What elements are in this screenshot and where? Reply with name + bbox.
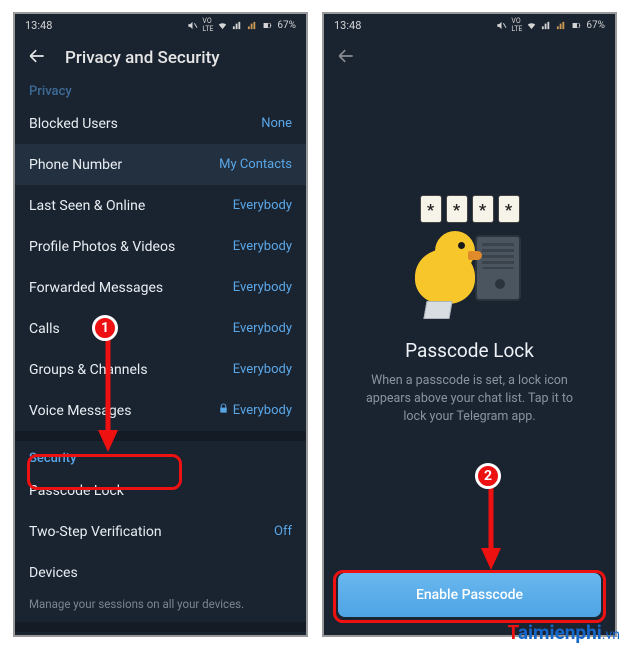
battery-icon — [571, 20, 582, 31]
watermark-vn: .vn — [602, 627, 620, 643]
section-divider — [15, 431, 306, 441]
phone-screen-passcode: 13:48 VOLTE 67% * * * * — [322, 12, 617, 637]
mute-icon — [187, 20, 198, 31]
passcode-illustration — [415, 229, 525, 319]
row-label: Profile Photos & Videos — [29, 239, 175, 255]
row-phone-number[interactable]: Phone Number My Contacts — [15, 144, 306, 185]
battery-pct: 67% — [586, 20, 605, 31]
row-value: Everybody — [233, 198, 292, 213]
annotation-badge-2: 2 — [475, 463, 501, 489]
row-label: Blocked Users — [29, 116, 118, 132]
back-button[interactable] — [336, 46, 356, 70]
row-devices[interactable]: Devices — [15, 552, 306, 593]
row-value: Everybody — [233, 321, 292, 336]
page-title: Privacy and Security — [65, 48, 220, 68]
row-value: My Contacts — [219, 157, 292, 172]
battery-pct: 67% — [277, 20, 296, 31]
back-button[interactable] — [27, 46, 47, 70]
watermark-t: T — [507, 621, 517, 644]
lock-icon — [218, 403, 229, 418]
row-value: Off — [274, 524, 292, 539]
passcode-content: * * * * Passcode Lock When a passcode is… — [324, 80, 615, 635]
annotation-highlight-enable — [333, 570, 606, 623]
row-label: Calls — [29, 321, 60, 337]
signal-icon — [541, 20, 552, 31]
row-forwarded-messages[interactable]: Forwarded Messages Everybody — [15, 267, 306, 308]
watermark: Taimienphi.vn — [507, 621, 620, 644]
row-groups-channels[interactable]: Groups & Channels Everybody — [15, 349, 306, 390]
signal-icon — [232, 20, 243, 31]
pin-card: * — [420, 195, 442, 223]
section-header-privacy: Privacy — [15, 74, 306, 103]
annotation-badge-1: 1 — [92, 315, 118, 341]
wifi-icon — [217, 20, 228, 31]
pin-card: * — [498, 195, 520, 223]
row-value: Everybody — [233, 362, 292, 377]
signal-icon-2 — [247, 20, 258, 31]
annotation-arrow-1 — [95, 340, 125, 455]
row-label: Last Seen & Online — [29, 198, 145, 214]
app-bar — [324, 36, 615, 80]
lte-icon: VOLTE — [511, 17, 522, 33]
status-bar: 13:48 VOLTE 67% — [15, 14, 306, 36]
row-label: Two-Step Verification — [29, 524, 162, 540]
row-calls[interactable]: Calls Everybody — [15, 308, 306, 349]
watermark-rest: aimienphi — [518, 621, 602, 644]
row-value: None — [261, 116, 292, 131]
pin-card: * — [472, 195, 494, 223]
mute-icon — [496, 20, 507, 31]
row-blocked-users[interactable]: Blocked Users None — [15, 103, 306, 144]
status-time: 13:48 — [334, 19, 361, 32]
status-icons: VOLTE 67% — [496, 17, 605, 33]
devices-hint: Manage your sessions on all your devices… — [15, 593, 306, 622]
phone-screen-privacy: 13:48 VOLTE 67% Privacy and Security Pri… — [13, 12, 308, 637]
row-label: Devices — [29, 565, 78, 581]
annotation-arrow-2 — [478, 488, 508, 574]
battery-icon — [262, 20, 273, 31]
row-profile-photos[interactable]: Profile Photos & Videos Everybody — [15, 226, 306, 267]
section-divider — [15, 622, 306, 632]
passcode-description: When a passcode is set, a lock icon appe… — [324, 372, 615, 426]
pin-card: * — [446, 195, 468, 223]
row-value: Everybody — [233, 280, 292, 295]
lte-icon: VOLTE — [202, 17, 213, 33]
row-voice-messages[interactable]: Voice Messages Everybody — [15, 390, 306, 431]
status-bar: 13:48 VOLTE 67% — [324, 14, 615, 36]
wifi-icon — [526, 20, 537, 31]
status-icons: VOLTE 67% — [187, 17, 296, 33]
arrow-left-icon — [336, 46, 356, 66]
arrow-left-icon — [27, 46, 47, 66]
signal-icon-2 — [556, 20, 567, 31]
pin-card-row: * * * * — [420, 195, 520, 223]
safe-icon — [475, 235, 521, 301]
row-value-text: Everybody — [233, 403, 292, 418]
status-time: 13:48 — [25, 19, 52, 32]
row-label: Groups & Channels — [29, 362, 148, 378]
badge-text: 2 — [484, 468, 492, 484]
row-value: Everybody — [233, 239, 292, 254]
row-last-seen[interactable]: Last Seen & Online Everybody — [15, 185, 306, 226]
row-label: Forwarded Messages — [29, 280, 163, 296]
duck-beak — [468, 251, 482, 260]
passcode-title: Passcode Lock — [405, 339, 534, 362]
annotation-highlight-passcode — [27, 454, 182, 490]
section-header-delete: Delete my account — [15, 632, 306, 637]
row-label: Phone Number — [29, 157, 122, 173]
duck-eye — [458, 242, 465, 249]
row-value: Everybody — [218, 403, 292, 418]
row-two-step-verification[interactable]: Two-Step Verification Off — [15, 511, 306, 552]
badge-text: 1 — [101, 320, 109, 336]
papers-icon — [423, 301, 452, 319]
